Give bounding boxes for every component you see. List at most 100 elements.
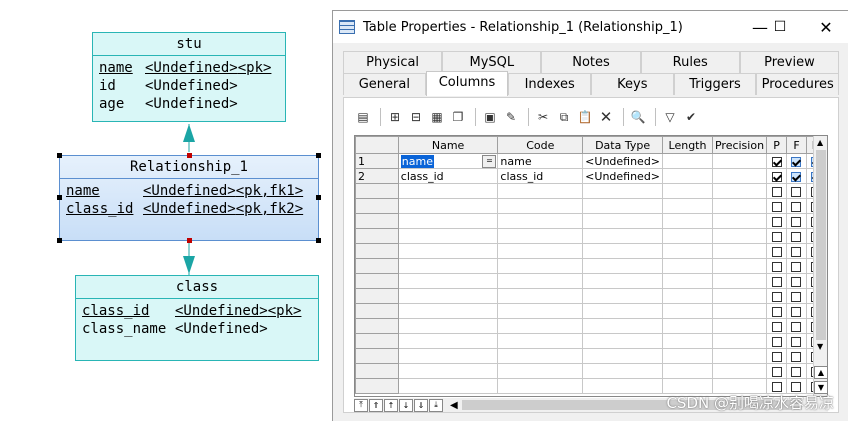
name-cell[interactable] <box>397 213 499 229</box>
data-type-cell[interactable] <box>582 243 664 259</box>
ellipsis-button[interactable]: = <box>482 155 497 168</box>
column-header[interactable]: P <box>766 136 788 154</box>
move-page-up-icon[interactable]: ⇑ <box>369 398 383 412</box>
name-cell[interactable] <box>397 348 499 364</box>
name-cell[interactable] <box>397 288 499 304</box>
primary-key-checkbox[interactable] <box>771 171 782 182</box>
table-row[interactable] <box>355 183 827 199</box>
data-type-cell[interactable] <box>582 213 664 229</box>
move-bottom-icon[interactable]: ⤓ <box>429 398 443 412</box>
move-top-icon[interactable]: ⤒ <box>354 398 368 412</box>
primary-key-checkbox[interactable] <box>771 201 782 212</box>
entity-relationship[interactable]: Relationship_1 name <Undefined> <pk,fk1> cl… <box>59 155 319 241</box>
name-cell[interactable] <box>397 198 499 214</box>
primary-key-checkbox[interactable] <box>771 321 782 332</box>
name-cell[interactable] <box>397 258 499 274</box>
precision-cell[interactable] <box>711 183 768 199</box>
precision-cell[interactable] <box>711 303 768 319</box>
scroll-left-icon[interactable]: ◀ <box>450 400 458 411</box>
selection-handle[interactable] <box>57 195 62 200</box>
column-header[interactable]: Precision <box>711 136 768 154</box>
selection-handle[interactable] <box>316 238 321 243</box>
primary-key-checkbox[interactable] <box>771 291 782 302</box>
primary-key-checkbox[interactable] <box>771 246 782 257</box>
name-cell[interactable] <box>397 363 499 379</box>
primary-key-checkbox[interactable] <box>771 366 782 377</box>
column-header[interactable]: Code <box>497 136 584 154</box>
length-cell[interactable] <box>662 363 713 379</box>
selection-handle[interactable] <box>57 153 62 158</box>
primary-key-checkbox[interactable] <box>771 156 782 167</box>
foreign-key-checkbox[interactable] <box>791 156 802 167</box>
foreign-key-checkbox[interactable] <box>791 366 802 377</box>
length-cell[interactable] <box>662 333 713 349</box>
selection-handle[interactable] <box>187 153 192 158</box>
data-type-cell[interactable] <box>582 273 664 289</box>
primary-key-checkbox[interactable] <box>771 261 782 272</box>
precision-cell[interactable] <box>711 168 768 184</box>
name-cell[interactable] <box>397 228 499 244</box>
data-type-cell[interactable] <box>582 378 664 394</box>
tab-mysql[interactable]: MySQL <box>442 51 542 73</box>
tab-indexes[interactable]: Indexes <box>508 73 592 95</box>
create-domain-icon[interactable]: ▣ <box>481 108 499 126</box>
foreign-key-checkbox[interactable] <box>791 291 802 302</box>
primary-key-checkbox[interactable] <box>771 381 782 392</box>
primary-key-checkbox[interactable] <box>771 276 782 287</box>
tab-general[interactable]: General <box>343 73 426 95</box>
cut-icon[interactable]: ✂ <box>534 108 552 126</box>
data-type-cell[interactable]: <Undefined> <box>582 153 664 169</box>
precision-cell[interactable] <box>711 213 768 229</box>
table-row[interactable] <box>355 243 827 259</box>
primary-key-checkbox[interactable] <box>771 186 782 197</box>
scroll-thumb[interactable] <box>816 150 826 340</box>
maximize-button[interactable]: ☐ <box>757 11 803 43</box>
code-cell[interactable] <box>497 243 584 259</box>
code-cell[interactable]: class_id <box>497 168 584 184</box>
selection-handle[interactable] <box>316 153 321 158</box>
name-cell[interactable] <box>397 303 499 319</box>
primary-key-checkbox[interactable] <box>771 216 782 227</box>
move-up-icon[interactable]: ↑ <box>384 398 398 412</box>
code-cell[interactable] <box>497 183 584 199</box>
move-down-icon[interactable]: ↓ <box>399 398 413 412</box>
length-cell[interactable] <box>662 288 713 304</box>
length-cell[interactable] <box>662 303 713 319</box>
table-row[interactable] <box>355 273 827 289</box>
name-cell[interactable] <box>397 183 499 199</box>
foreign-key-checkbox[interactable] <box>791 171 802 182</box>
precision-cell[interactable] <box>711 228 768 244</box>
delete-icon[interactable]: ✕ <box>597 108 615 126</box>
move-page-down-icon[interactable]: ⇓ <box>414 398 428 412</box>
data-type-cell[interactable] <box>582 228 664 244</box>
foreign-key-checkbox[interactable] <box>791 306 802 317</box>
length-cell[interactable] <box>662 348 713 364</box>
code-cell[interactable]: name <box>497 153 584 169</box>
add-columns-icon[interactable]: ▦ <box>428 108 446 126</box>
length-cell[interactable] <box>662 228 713 244</box>
tab-triggers[interactable]: Triggers <box>673 73 757 95</box>
code-cell[interactable] <box>497 333 584 349</box>
entity-class[interactable]: class class_id <Undefined> <pk> class_name <… <box>75 275 319 361</box>
precision-cell[interactable] <box>711 363 768 379</box>
code-cell[interactable] <box>497 348 584 364</box>
column-header[interactable]: F <box>786 136 807 154</box>
precision-cell[interactable] <box>711 348 768 364</box>
tab-notes[interactable]: Notes <box>541 51 641 73</box>
entity-stu[interactable]: stu name <Undefined> <pk> id <Undefined> age <… <box>92 32 286 122</box>
foreign-key-checkbox[interactable] <box>791 186 802 197</box>
data-type-cell[interactable] <box>582 198 664 214</box>
foreign-key-checkbox[interactable] <box>791 351 802 362</box>
foreign-key-checkbox[interactable] <box>791 381 802 392</box>
code-cell[interactable] <box>497 228 584 244</box>
find-icon[interactable]: 🔍 <box>629 108 647 126</box>
primary-key-checkbox[interactable] <box>771 351 782 362</box>
table-row[interactable] <box>355 213 827 229</box>
code-cell[interactable] <box>497 378 584 394</box>
code-cell[interactable] <box>497 213 584 229</box>
length-cell[interactable] <box>662 243 713 259</box>
foreign-key-checkbox[interactable] <box>791 321 802 332</box>
insert-row-icon[interactable]: ⊞ <box>386 108 404 126</box>
primary-key-checkbox[interactable] <box>771 231 782 242</box>
length-cell[interactable] <box>662 168 713 184</box>
